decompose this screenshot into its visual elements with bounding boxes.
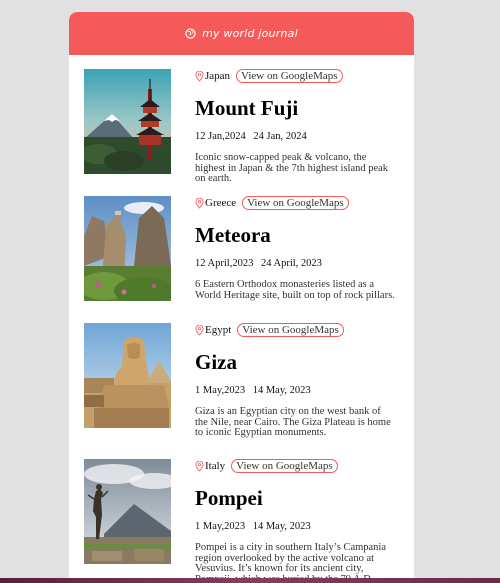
journal-entry: Greece View on GoogleMaps Meteora 12 Apr…	[69, 196, 414, 321]
end-date: 14 May, 2023	[252, 385, 311, 396]
location-name: Egypt	[205, 324, 232, 336]
start-date: 12 Jan,2024	[195, 131, 246, 142]
app-header: my world journal	[69, 12, 414, 55]
entry-photo-pompei	[84, 459, 171, 564]
location-row: Italy View on GoogleMaps	[195, 459, 400, 473]
entry-info: Japan View on GoogleMaps Mount Fuji 12 J…	[195, 69, 400, 185]
place-title: Pompei	[195, 486, 263, 510]
start-date: 1 May,2023	[195, 385, 246, 396]
end-date: 14 May, 2023	[252, 521, 311, 532]
trip-dates: 12 Jan,2024 24 Jan, 2024	[195, 131, 400, 144]
end-date: 24 Jan, 2024	[253, 131, 307, 142]
trip-dates: 12 April,2023 24 April, 2023	[195, 258, 400, 271]
view-on-googlemaps-button[interactable]: View on GoogleMaps	[237, 323, 344, 337]
journal-card: my world journal Japan View on GoogleMap…	[69, 12, 414, 583]
location-name: Italy	[205, 460, 226, 472]
view-on-googlemaps-button[interactable]: View on GoogleMaps	[236, 69, 343, 83]
place-title: Meteora	[195, 223, 271, 247]
entry-info: Greece View on GoogleMaps Meteora 12 Apr…	[195, 196, 400, 301]
entry-photo-meteora	[84, 196, 171, 301]
location-pin-icon	[195, 324, 204, 336]
bottom-edge-bar	[0, 578, 500, 583]
place-title: Mount Fuji	[195, 96, 299, 120]
view-on-googlemaps-button[interactable]: View on GoogleMaps	[242, 196, 349, 210]
location-name: Greece	[205, 197, 237, 209]
place-description: Iconic snow-capped peak & volcano, the h…	[195, 152, 389, 184]
location-row: Japan View on GoogleMaps	[195, 69, 400, 83]
app-title: my world journal	[202, 27, 298, 40]
entry-info: Italy View on GoogleMaps Pompei 1 May,20…	[195, 459, 400, 583]
location-pin-icon	[195, 197, 204, 209]
trip-dates: 1 May,2023 14 May, 2023	[195, 385, 400, 398]
entry-info: Egypt View on GoogleMaps Giza 1 May,2023…	[195, 323, 400, 439]
trip-dates: 1 May,2023 14 May, 2023	[195, 521, 400, 534]
journal-entry: Italy View on GoogleMaps Pompei 1 May,20…	[69, 459, 414, 583]
start-date: 1 May,2023	[195, 521, 246, 532]
location-pin-icon	[195, 70, 204, 82]
journal-entry: Japan View on GoogleMaps Mount Fuji 12 J…	[69, 69, 414, 194]
place-description: Pompei is a city in southern Italy’s Cam…	[195, 542, 387, 583]
journal-entry: Egypt View on GoogleMaps Giza 1 May,2023…	[69, 323, 414, 448]
location-name: Japan	[205, 70, 231, 82]
place-description: Giza is an Egyptian city on the west ban…	[195, 406, 391, 438]
globe-icon	[185, 28, 196, 39]
view-on-googlemaps-button[interactable]: View on GoogleMaps	[231, 459, 338, 473]
place-description: 6 Eastern Orthodox monasteries listed as…	[195, 279, 395, 301]
place-title: Giza	[195, 350, 237, 374]
start-date: 12 April,2023	[195, 258, 254, 269]
entry-photo-mount-fuji	[84, 69, 171, 174]
location-pin-icon	[195, 460, 204, 472]
location-row: Egypt View on GoogleMaps	[195, 323, 400, 337]
entry-photo-giza	[84, 323, 171, 428]
location-row: Greece View on GoogleMaps	[195, 196, 400, 210]
end-date: 24 April, 2023	[260, 258, 322, 269]
